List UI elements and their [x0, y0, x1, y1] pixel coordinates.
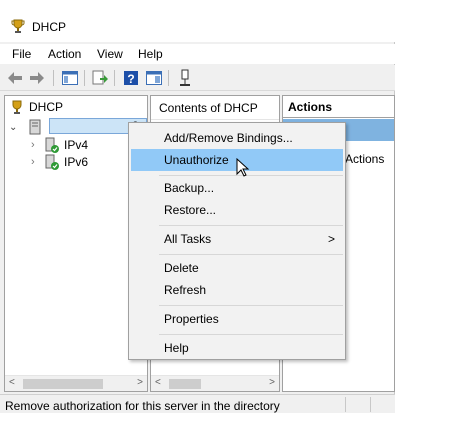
- actions-sub-label[interactable]: Actions: [345, 152, 384, 166]
- status-text: Remove authorization for this server in …: [5, 399, 280, 413]
- menu-item-delete[interactable]: Delete: [131, 257, 343, 279]
- scroll-thumb[interactable]: [23, 379, 103, 389]
- menu-action[interactable]: Action: [48, 47, 81, 61]
- menu-separator: [159, 334, 343, 335]
- toolbar-separator: [53, 70, 54, 86]
- connect-icon[interactable]: [176, 69, 194, 87]
- menu-item-all-tasks[interactable]: All Tasks >: [131, 228, 343, 250]
- menu-item-all-tasks-label: All Tasks: [164, 232, 212, 246]
- tree-item-ipv4[interactable]: › IPv4: [31, 136, 88, 154]
- tree-pane: DHCP ⌄ 2. › IPv4 › IPv6 < >: [4, 95, 148, 392]
- status-panel: [370, 397, 394, 412]
- scroll-right-icon[interactable]: >: [137, 377, 143, 388]
- chevron-right-icon[interactable]: ›: [31, 156, 45, 168]
- actions-header: Actions: [283, 96, 394, 118]
- menu-item-help[interactable]: Help: [131, 337, 343, 359]
- window-title: DHCP: [32, 20, 67, 34]
- toolbar-separator: [114, 70, 115, 86]
- menu-help[interactable]: Help: [138, 47, 163, 61]
- tree-item-ipv4-label: IPv4: [64, 138, 89, 152]
- properties-view-icon[interactable]: [145, 69, 163, 87]
- tree-root-label: DHCP: [29, 100, 64, 114]
- menu-separator: [159, 225, 343, 226]
- tree-item-ipv6-label: IPv6: [64, 155, 89, 169]
- menu-item-restore[interactable]: Restore...: [131, 199, 343, 221]
- dhcp-trophy-icon: [9, 99, 25, 115]
- content-header[interactable]: Contents of DHCP: [151, 96, 279, 120]
- content-horizontal-scrollbar[interactable]: < >: [151, 375, 279, 391]
- menu-item-properties[interactable]: Properties: [131, 308, 343, 330]
- svg-text:?: ?: [127, 72, 134, 86]
- export-list-icon[interactable]: [91, 69, 109, 87]
- toolbar-separator: [168, 70, 169, 86]
- scroll-left-icon[interactable]: <: [9, 377, 15, 388]
- title-bar: DHCP: [0, 0, 395, 42]
- menu-item-refresh[interactable]: Refresh: [131, 279, 343, 301]
- menu-separator: [159, 175, 343, 176]
- menu-bar: File Action View Help: [0, 44, 395, 64]
- show-hide-tree-icon[interactable]: [61, 69, 79, 87]
- dhcp-trophy-icon: [10, 18, 26, 34]
- menu-file[interactable]: File: [12, 47, 31, 61]
- submenu-arrow-icon: >: [327, 232, 335, 246]
- ipv4-status-icon: [45, 137, 59, 153]
- tree-root-dhcp[interactable]: DHCP: [9, 98, 63, 116]
- menu-view[interactable]: View: [97, 47, 123, 61]
- tree-item-ipv6[interactable]: › IPv6: [31, 153, 88, 171]
- status-bar: Remove authorization for this server in …: [0, 394, 395, 413]
- chevron-right-icon[interactable]: ›: [31, 139, 45, 151]
- menu-separator: [159, 305, 343, 306]
- toolbar-separator: [84, 70, 85, 86]
- menu-item-add-remove-bindings[interactable]: Add/Remove Bindings...: [131, 127, 343, 149]
- forward-arrow-icon[interactable]: [28, 69, 46, 87]
- toolbar: ?: [0, 65, 395, 91]
- menu-item-backup[interactable]: Backup...: [131, 177, 343, 199]
- tree-horizontal-scrollbar[interactable]: < >: [5, 375, 147, 391]
- scroll-right-icon[interactable]: >: [269, 377, 275, 388]
- scroll-thumb[interactable]: [169, 379, 201, 389]
- back-arrow-icon[interactable]: [6, 69, 24, 87]
- ipv6-status-icon: [45, 154, 59, 170]
- chevron-down-icon[interactable]: ⌄: [9, 122, 19, 133]
- server-icon: [29, 119, 41, 135]
- menu-separator: [159, 254, 343, 255]
- status-panel: [345, 397, 369, 412]
- tree-server-row[interactable]: ⌄: [9, 118, 41, 136]
- scroll-left-icon[interactable]: <: [155, 377, 161, 388]
- mouse-pointer-icon: [236, 157, 250, 178]
- help-icon[interactable]: ?: [122, 69, 140, 87]
